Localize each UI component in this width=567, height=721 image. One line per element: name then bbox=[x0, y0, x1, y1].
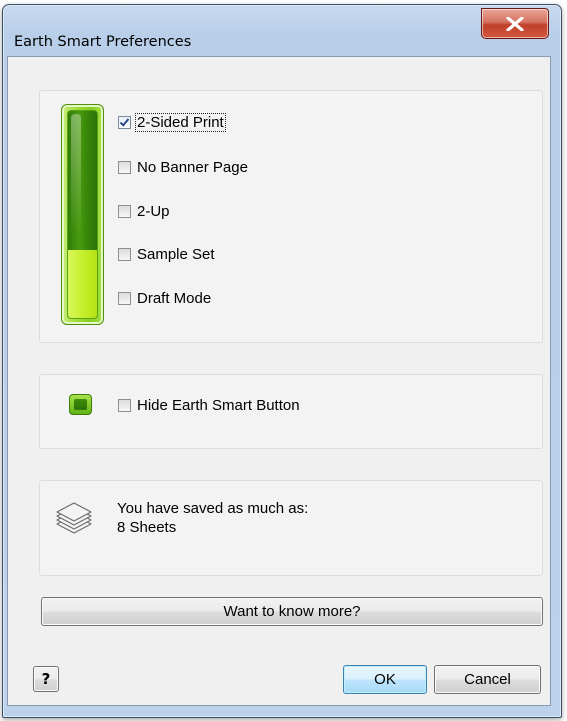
savings-meter-fill bbox=[68, 249, 97, 318]
checkbox-2-sided-print[interactable] bbox=[118, 116, 131, 129]
savings-text: You have saved as much as: 8 Sheets bbox=[117, 499, 308, 537]
option-2-sided-print[interactable]: 2-Sided Print bbox=[118, 113, 226, 132]
cancel-button[interactable]: Cancel bbox=[434, 665, 541, 694]
option-label: Draft Mode bbox=[137, 290, 212, 307]
option-draft-mode[interactable]: Draft Mode bbox=[118, 290, 212, 307]
checkbox-draft-mode[interactable] bbox=[118, 292, 131, 305]
option-label: 2-Sided Print bbox=[135, 113, 226, 132]
option-no-banner-page[interactable]: No Banner Page bbox=[118, 159, 249, 176]
option-sample-set[interactable]: Sample Set bbox=[118, 246, 216, 263]
print-options-group bbox=[39, 90, 543, 343]
checkbox-2-up[interactable] bbox=[118, 205, 131, 218]
close-icon bbox=[506, 17, 524, 31]
option-label: 2-Up bbox=[137, 203, 170, 220]
ok-button[interactable]: OK bbox=[343, 665, 427, 694]
savings-sheets-count: 8 Sheets bbox=[117, 519, 177, 536]
option-2-up[interactable]: 2-Up bbox=[118, 203, 171, 220]
help-button[interactable]: ? bbox=[33, 666, 59, 692]
savings-meter-track bbox=[67, 110, 98, 319]
savings-line-1: You have saved as much as: bbox=[117, 500, 309, 517]
checkmark-icon bbox=[119, 118, 130, 127]
close-button[interactable] bbox=[481, 8, 549, 39]
checkbox-hide-earth-smart-button[interactable] bbox=[118, 399, 131, 412]
want-to-know-more-button[interactable]: Want to know more? bbox=[41, 597, 543, 626]
option-label: Sample Set bbox=[137, 246, 215, 263]
checkbox-sample-set[interactable] bbox=[118, 248, 131, 261]
window-title: Earth Smart Preferences bbox=[14, 34, 192, 50]
checkbox-no-banner-page[interactable] bbox=[118, 161, 131, 174]
savings-meter bbox=[61, 104, 104, 325]
option-label: No Banner Page bbox=[137, 159, 248, 176]
option-label: Hide Earth Smart Button bbox=[137, 397, 300, 414]
paper-stack-icon bbox=[56, 502, 92, 534]
earth-smart-button-icon bbox=[69, 394, 92, 415]
option-hide-earth-smart-button[interactable]: Hide Earth Smart Button bbox=[118, 397, 301, 414]
